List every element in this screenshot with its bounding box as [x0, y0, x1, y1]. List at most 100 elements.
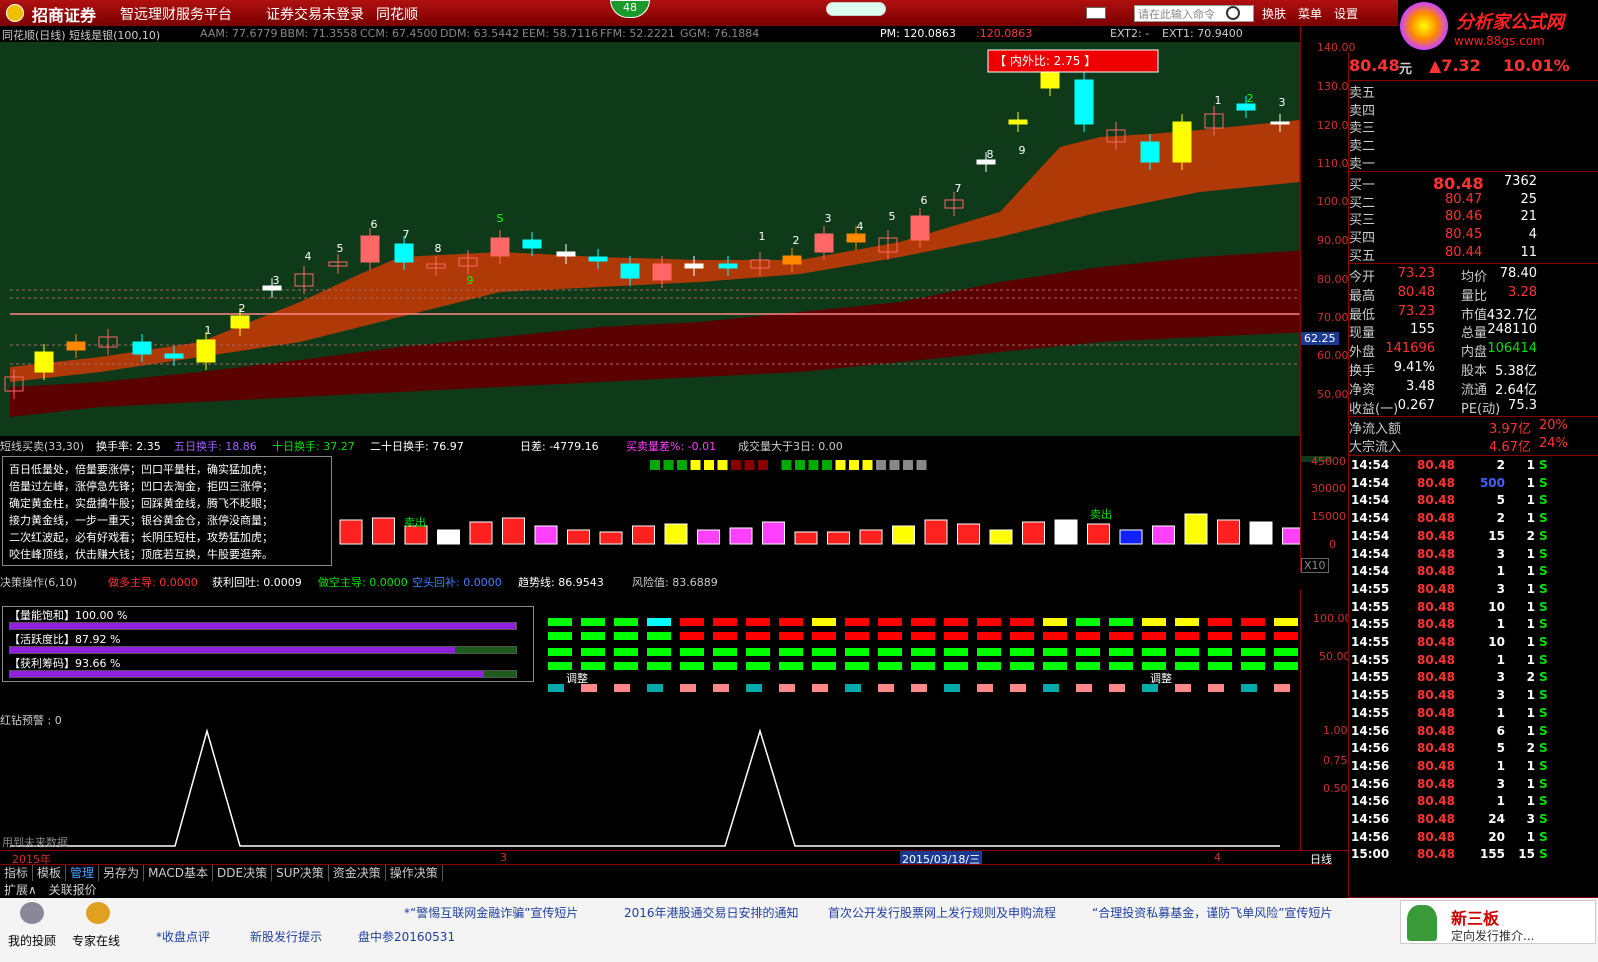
stat-value: 106414 [1487, 341, 1537, 357]
bid-row[interactable]: 买三 80.46 21 [1349, 209, 1571, 228]
decision-cell [1076, 684, 1092, 692]
decision-cell [1010, 632, 1034, 640]
decision-cell [1142, 648, 1166, 656]
tick-volume: 1 [1496, 617, 1505, 632]
bid-row[interactable]: 买五 80.44 11 [1349, 245, 1571, 264]
news-link-2[interactable]: 2016年港股通交易日安排的通知 [624, 904, 799, 921]
tab-save-as[interactable]: 另存为 [99, 865, 145, 881]
tick-side: S [1539, 511, 1548, 526]
keyboard-icon[interactable] [1086, 7, 1106, 19]
decision-cell [647, 684, 663, 692]
tick-row: 14:54 80.48 500 S 1 [1349, 476, 1571, 494]
decision-cell [944, 648, 968, 656]
tab-dde[interactable]: DDE决策 [213, 865, 273, 881]
tick-price: 80.48 [1417, 511, 1455, 526]
tick-volume: 1 [1496, 705, 1505, 720]
decision-cell [1076, 648, 1100, 656]
signal-square [731, 460, 741, 470]
intraday-link[interactable]: 盘中参20160531 [358, 928, 455, 945]
profit-chips-label: 【获利筹码】93.66 % [9, 657, 121, 670]
decision-cell [977, 662, 1001, 670]
profit-chips-bar [9, 670, 517, 678]
sell-signal-2: 卖出 [1090, 508, 1112, 521]
tick-time: 15:00 [1351, 847, 1390, 862]
decision-cell [713, 684, 729, 692]
activity-bar [9, 646, 517, 654]
notification-badge[interactable]: 48 [610, 0, 650, 18]
settings-button[interactable]: 设置 [1334, 5, 1358, 22]
decision-cell [713, 648, 737, 656]
y-tick: 50.00 [1319, 650, 1351, 663]
tick-row: 14:56 80.48 20 S 1 [1349, 830, 1571, 848]
y-tick: 15000 [1311, 510, 1346, 523]
stat-value: 3.48 [1406, 378, 1435, 394]
stat-label: 总量 [1461, 326, 1488, 342]
bid-row[interactable]: 买二 80.47 25 [1349, 192, 1571, 211]
signal-square [822, 460, 832, 470]
login-status-link[interactable]: 证券交易未登录 [266, 4, 364, 24]
decision-cell [977, 632, 1001, 640]
tick-count: 15 [1518, 847, 1535, 862]
sanban-banner[interactable]: 新三板 定向发行推介... [1400, 900, 1596, 944]
advisor-button[interactable]: 我的投顾 [4, 902, 60, 948]
decision-cell [581, 632, 605, 640]
candle-label: 7 [403, 228, 410, 241]
review-link[interactable]: *收盘点评 [156, 928, 210, 945]
tab-macd[interactable]: MACD基本 [144, 865, 214, 881]
news-link-1[interactable]: *“警惕互联网金融诈骗”宣传短片 [404, 904, 578, 921]
ipo-link[interactable]: 新股发行提示 [250, 928, 322, 945]
tick-side: S [1539, 652, 1548, 667]
tick-price: 80.48 [1417, 546, 1455, 561]
main-kline-chart[interactable]: 1 2 3 4 5 6 7 8 9 S 1 2 3 4 5 6 7 8 9 1 2 3 【 内外比: 2.75 】 [0, 42, 1332, 462]
tab-indicator[interactable]: 指标 [0, 865, 34, 881]
decision-cell [1241, 662, 1265, 670]
menu-button[interactable]: 菜单 [1298, 5, 1322, 22]
expert-button[interactable]: 专家在线 [68, 902, 128, 948]
tab-operation[interactable]: 操作决策 [386, 865, 443, 881]
tick-price: 80.48 [1417, 794, 1455, 809]
app-name-link[interactable]: 同花顺 [376, 4, 418, 24]
search-icon[interactable] [1226, 6, 1240, 20]
tick-volume: 5 [1496, 741, 1505, 756]
risk-value: 风险值: 83.6889 [632, 576, 718, 589]
scroll-indicator-icon[interactable] [826, 2, 886, 16]
skin-button[interactable]: 换肤 [1262, 5, 1286, 22]
tab-sup[interactable]: SUP决策 [272, 865, 329, 881]
tick-count: 2 [1526, 670, 1535, 685]
metrics-panel: 【量能饱和】100.00 % 【活跃度比】87.92 % 【获利筹码】93.66… [2, 606, 534, 682]
ask-label: 卖四 [1349, 103, 1376, 119]
tab-template[interactable]: 模板 [33, 865, 67, 881]
sub2-header: 决策操作(6,10) 做多主导: 0.0000 获利回吐: 0.0009 做空主… [0, 572, 1300, 590]
volume-bar [859, 529, 883, 545]
sub3-alert-chart[interactable] [0, 728, 1300, 850]
volume-bar [957, 523, 980, 545]
tick-volume: 3 [1496, 688, 1505, 703]
tick-side: S [1539, 546, 1548, 561]
decision-cell [1241, 632, 1265, 640]
decision-cell [548, 618, 572, 626]
decision-cell [746, 662, 770, 670]
ggm-value: GGM: 76.1884 [680, 27, 760, 40]
x10-label[interactable]: X10 [1301, 558, 1329, 573]
decision-cell [1076, 618, 1100, 626]
candle-label: 9 [467, 274, 474, 287]
y-tick: 100.00 [1313, 612, 1352, 625]
tick-volume: 155 [1479, 847, 1505, 862]
volume-bar [924, 519, 948, 545]
bid-row[interactable]: 买四 80.45 4 [1349, 227, 1571, 246]
decision-cell [1274, 648, 1298, 656]
decision-cell [614, 648, 638, 656]
tab-related-quotes[interactable]: 关联报价 [45, 883, 101, 897]
decision-cell [845, 662, 869, 670]
news-link-4[interactable]: “合理投资私募基金，谨防飞单风险”宣传短片 [1092, 904, 1332, 921]
tick-count: 1 [1526, 546, 1535, 561]
tick-row: 14:56 80.48 1 S 1 [1349, 759, 1571, 777]
decision-cell [548, 684, 564, 692]
news-link-3[interactable]: 首次公开发行股票网上发行规则及申购流程 [828, 904, 1056, 921]
tab-capital[interactable]: 资金决策 [329, 865, 386, 881]
tab-manage[interactable]: 管理 [66, 865, 100, 881]
bid-row[interactable]: 买一 80.48 7362 [1349, 174, 1571, 193]
tab-expand[interactable]: 扩展∧ [0, 883, 41, 897]
stat-label: PE(动) [1461, 401, 1501, 417]
candle-label: 3 [273, 274, 280, 287]
